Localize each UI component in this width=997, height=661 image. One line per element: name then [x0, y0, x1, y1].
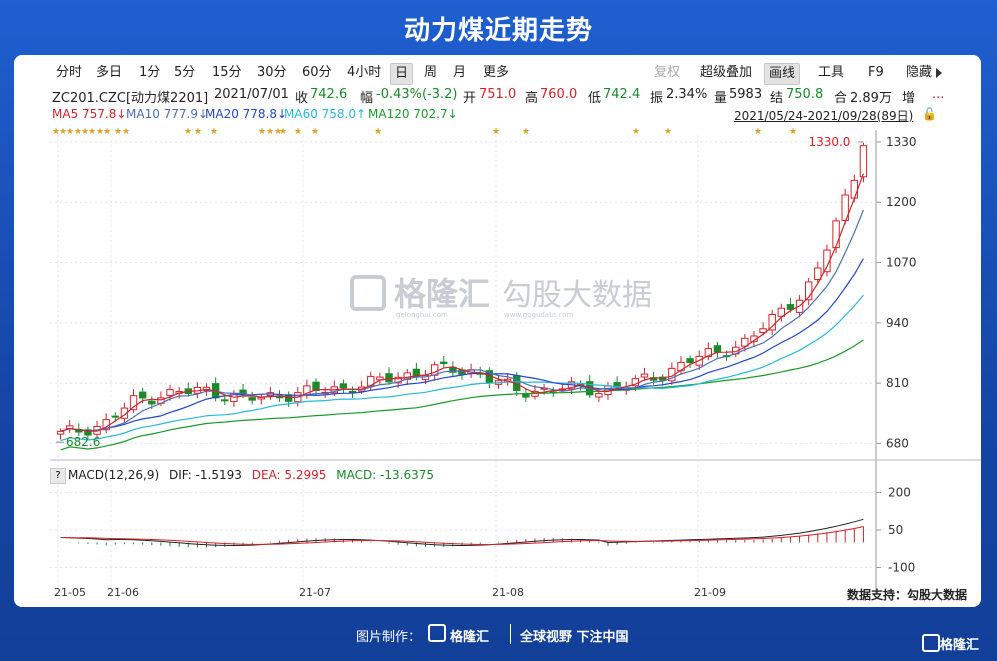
macd-title: MACD(12,26,9) [68, 468, 160, 482]
event-star-icon-17: ★ [294, 127, 302, 137]
data-source: 数据支持：勾股大数据 [846, 588, 967, 602]
candle-body-18 [221, 399, 229, 402]
event-star-icon-12: ★ [210, 127, 218, 137]
event-star-icon-2: ★ [66, 127, 74, 137]
candle-body-83 [814, 267, 822, 280]
corner-brand: 格隆汇 [940, 638, 980, 653]
x-tick-label-2: 21-07 [299, 586, 331, 599]
event-star-icon-23: ★ [664, 127, 672, 137]
candle-body-80 [786, 304, 795, 310]
macd-dea: DEA: 5.2995 [251, 468, 327, 482]
brand-logo-icon [428, 624, 446, 642]
dea-line [60, 526, 864, 545]
macd-dif: DIF: -1.5193 [168, 468, 242, 482]
candle-body-72 [713, 345, 722, 353]
ma10-line [60, 209, 864, 432]
macd-tick-label-2: -100 [888, 561, 915, 575]
event-star-icon-20: ★ [492, 127, 500, 137]
candle-body-64 [640, 373, 649, 378]
candle-body-10 [148, 400, 156, 405]
x-tick-label-3: 21-08 [492, 586, 524, 599]
candle-body-42 [440, 361, 448, 364]
min-price-label: 682.6 [66, 435, 100, 449]
macd-header: MACD(12,26,9) DIF: -1.5193 DEA: 5.2995 M… [68, 468, 434, 482]
max-price-label: 1330.0 [808, 135, 850, 149]
divider [510, 624, 511, 644]
watermark-sub2: www.gogudata.com [504, 311, 573, 319]
event-star-icon-13: ★ [258, 127, 266, 137]
macd-tick-label-1: 50 [888, 523, 903, 537]
watermark-logo-icon [350, 275, 386, 311]
x-tick-label-4: 21-09 [694, 586, 726, 599]
candle-body-21 [248, 397, 256, 401]
x-tick-label-0: 21-05 [54, 586, 86, 599]
event-star-icon-9: ★ [122, 127, 130, 137]
watermark-brand: 格隆汇 [394, 275, 490, 313]
dif-line [60, 518, 864, 547]
y-tick-label-4: 810 [886, 376, 909, 390]
candle-body-31 [339, 383, 348, 389]
watermark-sub1: gelonghui.com [396, 311, 448, 319]
event-star-icon-24: ★ [754, 127, 762, 137]
chart-panel: 分时 多日 1分 5分 15分 30分 60分 4小时 日 周 月 更多 复权 … [14, 55, 981, 607]
event-star-icon-8: ★ [114, 127, 122, 137]
y-tick-label-5: 680 [886, 436, 909, 450]
made-by-label: 图片制作： [356, 630, 422, 645]
candle-body-36 [385, 373, 393, 383]
y-tick-label-2: 1070 [886, 256, 917, 270]
y-tick-label-3: 940 [886, 316, 909, 330]
watermark-cn: 勾股大数据 [502, 278, 652, 313]
event-star-icon-25: ★ [789, 127, 797, 137]
candle-body-59 [595, 393, 603, 398]
candle-body-9 [138, 391, 147, 399]
watermark: 格隆汇 勾股大数据 gelonghui.com www.gogudata.com [350, 275, 652, 319]
candle-body-85 [832, 220, 840, 249]
candle-body-6 [111, 415, 119, 418]
event-star-icon-7: ★ [103, 127, 111, 137]
help-icon[interactable]: ? [50, 468, 66, 484]
event-star-icon-18: ★ [311, 127, 319, 137]
event-star-icon-5: ★ [88, 127, 96, 137]
y-tick-label-1: 1200 [886, 195, 917, 209]
candle-body-12 [166, 389, 174, 397]
brand-name: 格隆汇 [450, 630, 490, 645]
event-star-icon-22: ★ [632, 127, 640, 137]
event-star-icon-11: ★ [194, 127, 202, 137]
footer: 图片制作： 格隆汇 全球视野 下注中国 格隆汇 [0, 620, 997, 653]
y-tick-label-0: 1330 [886, 135, 917, 149]
candle-body-88 [859, 145, 868, 178]
event-star-icon-19: ★ [374, 127, 382, 137]
kline-chart: 格隆汇 勾股大数据 gelonghui.com www.gogudata.com 133… [50, 127, 981, 599]
candle-body-87 [850, 179, 859, 199]
candle-body-69 [686, 358, 694, 364]
candle-body-0 [56, 430, 65, 435]
corner-logo-icon [922, 634, 940, 652]
event-star-icon-14: ★ [266, 127, 274, 137]
page-title: 动力煤近期走势 [403, 16, 593, 46]
ma120-line [60, 339, 864, 451]
x-tick-label-1: 21-06 [107, 586, 139, 599]
slogan: 全球视野 下注中国 [520, 630, 629, 645]
event-star-icon-16: ★ [279, 127, 287, 137]
event-star-icon-10: ★ [184, 127, 192, 137]
event-star-icon-21: ★ [522, 127, 530, 137]
macd-value: MACD: -13.6375 [336, 468, 435, 482]
macd-tick-label-0: 200 [888, 486, 911, 500]
